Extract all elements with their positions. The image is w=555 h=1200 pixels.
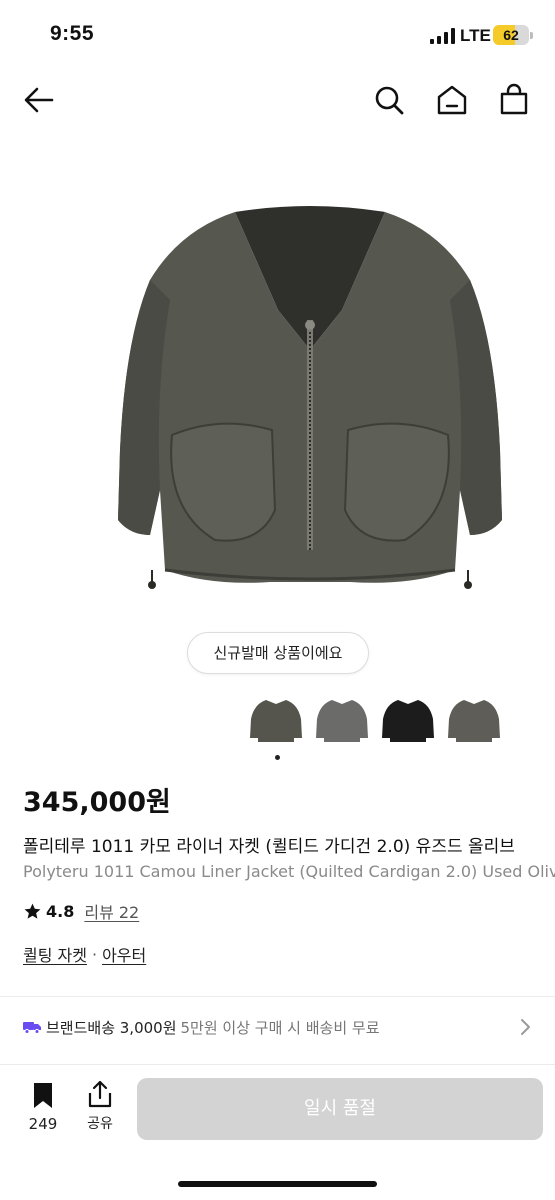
home-button[interactable]	[435, 83, 469, 117]
wishlist-button[interactable]: 249	[22, 1081, 64, 1133]
star-icon	[24, 903, 41, 919]
status-time: 9:55	[50, 22, 95, 45]
category-separator: ·	[91, 944, 98, 964]
rating-score: 4.8	[46, 901, 75, 921]
home-icon	[437, 85, 467, 115]
product-image[interactable]	[110, 190, 510, 610]
bottom-action-bar: 249 공유 일시 품절	[0, 1064, 555, 1200]
signal-icon	[430, 28, 455, 44]
section-divider	[0, 996, 555, 997]
share-button[interactable]: 공유	[82, 1079, 118, 1133]
shipping-info-row[interactable]: 브랜드배송 3,000원 5만원 이상 구매 시 배송비 무료	[23, 1010, 535, 1044]
network-type: LTE	[460, 26, 491, 45]
rating-row: 4.8 리뷰 22	[23, 900, 139, 922]
category-breadcrumb: 퀼팅 자켓 · 아우터	[23, 942, 146, 966]
thumbnail-4[interactable]	[446, 694, 502, 748]
search-button[interactable]	[372, 83, 406, 117]
thumbnail-1[interactable]	[248, 694, 304, 748]
product-price: 345,000원	[23, 787, 171, 818]
bookmark-icon	[34, 1083, 52, 1108]
page-indicator-dot	[275, 755, 280, 760]
thumbnail-2[interactable]	[314, 694, 370, 748]
shipping-note: 5만원 이상 구매 시 배송비 무료	[180, 1018, 380, 1037]
battery-percent: 62	[503, 27, 519, 43]
home-indicator	[178, 1181, 377, 1187]
color-thumbnails	[248, 694, 508, 748]
share-label: 공유	[87, 1116, 113, 1132]
review-link[interactable]: 리뷰 22	[84, 899, 139, 923]
thumbnail-3[interactable]	[380, 694, 436, 748]
search-icon	[375, 86, 404, 115]
status-bar: 9:55 LTE 62	[0, 0, 555, 70]
arrow-left-icon	[24, 87, 54, 113]
product-title-english: Polyteru 1011 Camou Liner Jacket (Quilte…	[23, 862, 555, 881]
top-nav	[0, 70, 555, 130]
wishlist-count: 249	[28, 1115, 58, 1133]
back-button[interactable]	[22, 83, 56, 117]
cart-button[interactable]	[497, 83, 531, 117]
category-link-quilted-jacket[interactable]: 퀼팅 자켓	[23, 942, 87, 966]
soldout-button[interactable]: 일시 품절	[137, 1078, 543, 1140]
shipping-label: 브랜드배송 3,000원	[46, 1018, 177, 1037]
share-icon	[88, 1080, 112, 1108]
truck-icon	[23, 1022, 41, 1034]
category-link-outer[interactable]: 아우터	[102, 942, 146, 966]
chevron-right-icon	[521, 1019, 530, 1035]
shopping-bag-icon	[500, 83, 528, 115]
battery-icon: 62	[493, 25, 533, 45]
jacket-photo	[118, 206, 502, 589]
new-release-chip: 신규발매 상품이에요	[187, 632, 369, 674]
product-title-korean: 폴리테루 1011 카모 라이너 자켓 (퀼티드 가디건 2.0) 유즈드 올리…	[23, 837, 515, 857]
